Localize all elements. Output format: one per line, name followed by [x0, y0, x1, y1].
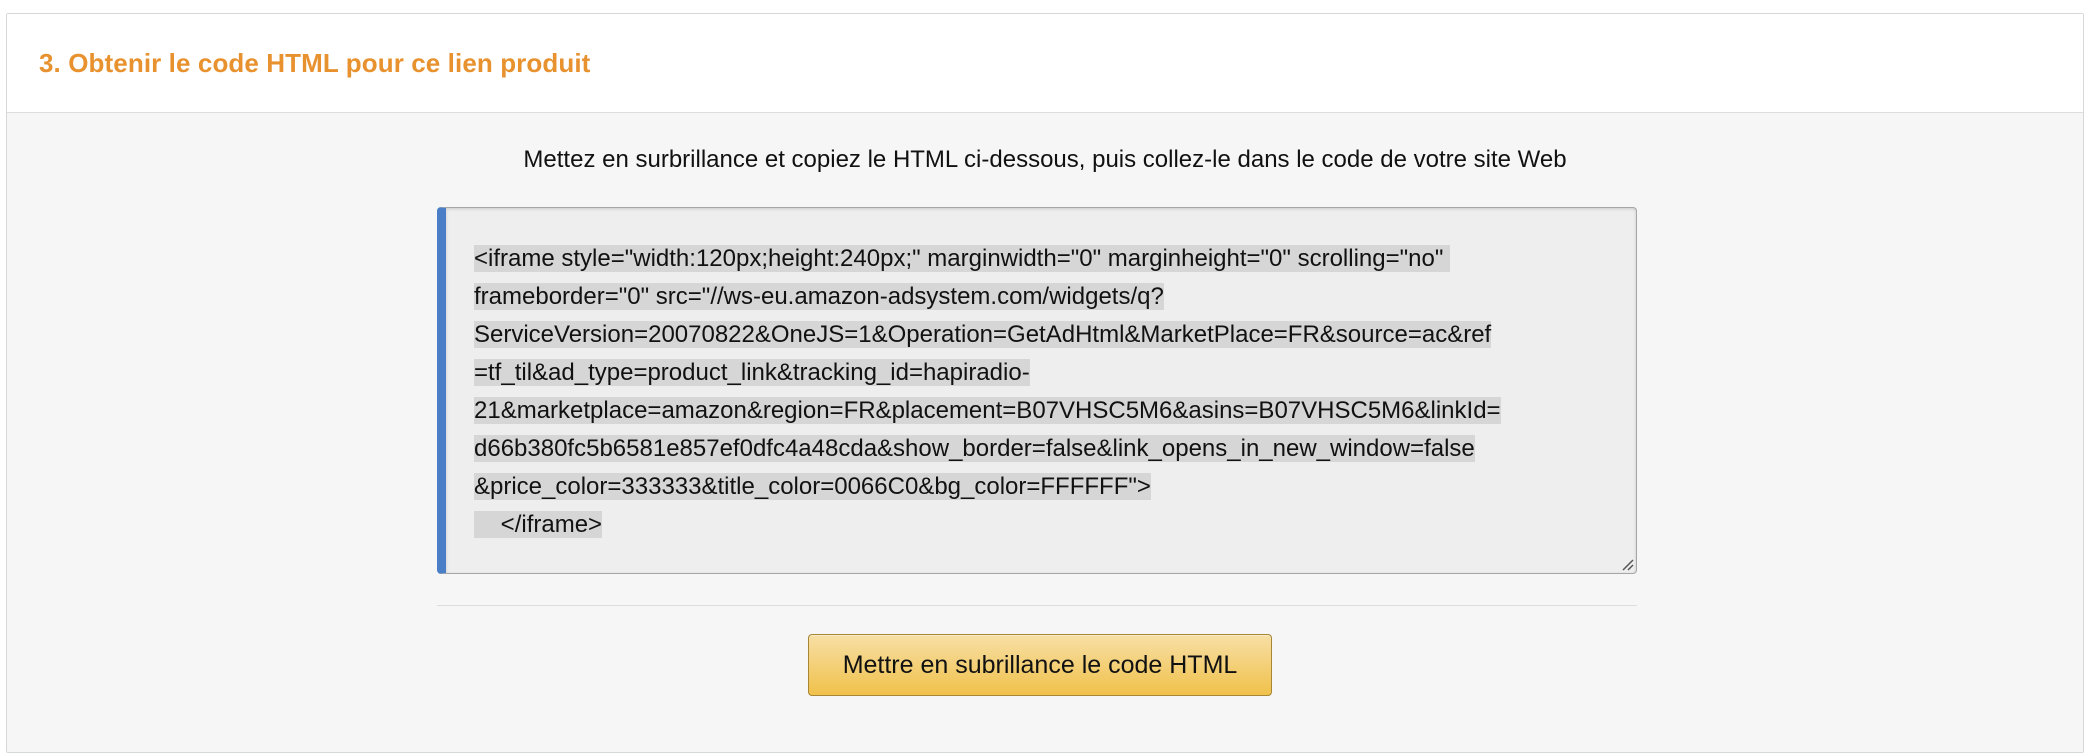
html-code-textarea[interactable]: <iframe style="width:120px;height:240px;… [437, 207, 1637, 574]
code-line: </iframe> [474, 511, 603, 538]
code-line: <iframe style="width:120px;height:240px;… [474, 245, 1451, 272]
code-line: d66b380fc5b6581e857ef0dfc4a48cda&show_bo… [474, 435, 1475, 462]
resize-handle-icon[interactable] [1620, 557, 1634, 571]
section-title: 3. Obtenir le code HTML pour ce lien pro… [39, 47, 591, 78]
code-line: ServiceVersion=20070822&OneJS=1&Operatio… [474, 321, 1492, 348]
code-line: =tf_til&ad_type=product_link&tracking_id… [474, 359, 1030, 386]
code-line: 21&marketplace=amazon&region=FR&placemen… [474, 397, 1501, 424]
highlight-html-button[interactable]: Mettre en subrillance le code HTML [808, 634, 1272, 696]
code-line: &price_color=333333&title_color=0066C0&b… [474, 473, 1151, 500]
html-code-content[interactable]: <iframe style="width:120px;height:240px;… [474, 240, 1606, 544]
panel-header: 3. Obtenir le code HTML pour ce lien pro… [7, 14, 2083, 113]
instructions-text: Mettez en surbrillance et copiez le HTML… [523, 146, 1567, 173]
code-line: frameborder="0" src="//ws-eu.amazon-adsy… [474, 283, 1164, 310]
divider [437, 605, 1637, 606]
